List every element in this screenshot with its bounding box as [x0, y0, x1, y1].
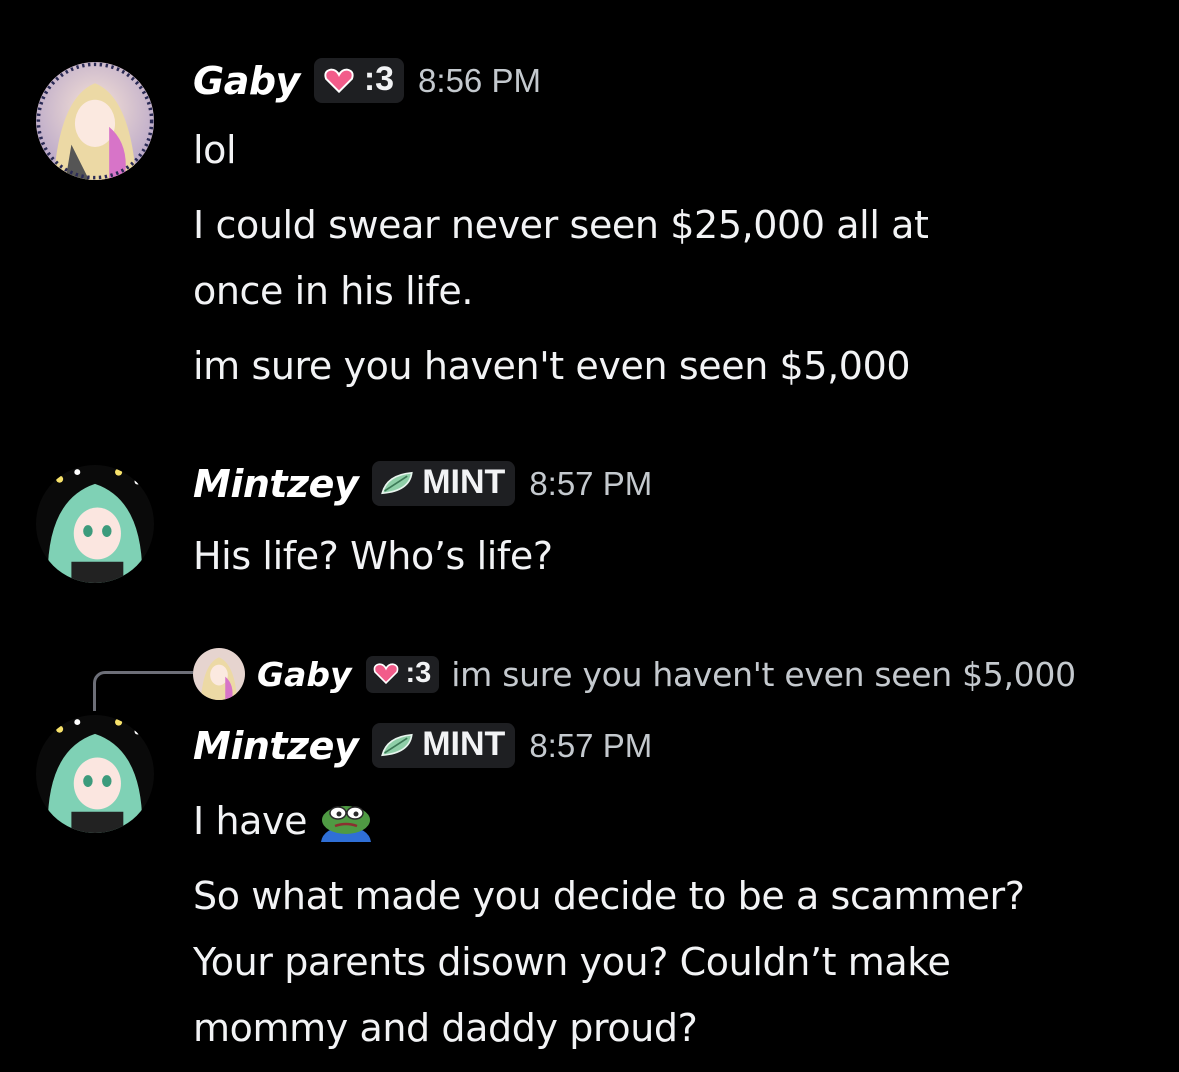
reply-reference[interactable]: Gaby :3 im sure you haven't even seen $5…	[193, 648, 1076, 700]
reply-connector	[93, 671, 193, 711]
heart-icon	[324, 68, 354, 93]
message-line: im sure you haven't even seen $5,000	[193, 344, 911, 388]
message-line: Your parents disown you? Couldn’t make	[193, 940, 951, 984]
message-line: mommy and daddy proud?	[193, 1006, 698, 1050]
reply-guild-tag: :3	[365, 655, 440, 693]
message-line: I could swear never seen $25,000 all at	[193, 203, 929, 247]
message-line: lol	[193, 128, 237, 172]
reply-username[interactable]: Gaby	[257, 655, 352, 694]
message-line: His life? Who’s life?	[193, 534, 553, 578]
avatar-gaby[interactable]	[36, 62, 154, 180]
tag-label: MINT	[422, 725, 506, 763]
timestamp: 8:57 PM	[529, 464, 653, 502]
reply-avatar	[193, 648, 245, 700]
guild-tag[interactable]: :3	[313, 58, 405, 103]
timestamp: 8:57 PM	[529, 726, 653, 764]
leaf-icon	[381, 733, 413, 756]
guild-tag[interactable]: MINT	[372, 723, 516, 768]
leaf-icon	[381, 471, 413, 494]
username[interactable]: Mintzey	[193, 724, 359, 768]
avatar-mintzey[interactable]	[36, 465, 154, 583]
username[interactable]: Mintzey	[193, 462, 359, 506]
message-line: once in his life.	[193, 269, 474, 313]
message-line: I have	[193, 788, 377, 854]
guild-tag[interactable]: MINT	[372, 461, 516, 506]
message-text: I have	[193, 799, 308, 843]
pepe-emoji[interactable]	[315, 798, 377, 842]
tag-label: :3	[363, 60, 395, 98]
reply-preview-text: im sure you haven't even seen $5,000	[451, 654, 1076, 694]
timestamp: 8:56 PM	[418, 61, 541, 99]
tag-label: :3	[405, 656, 432, 689]
heart-icon	[373, 663, 398, 684]
avatar-mintzey[interactable]	[36, 715, 154, 833]
username[interactable]: Gaby	[193, 59, 300, 103]
tag-label: MINT	[422, 463, 506, 501]
message-line: So what made you decide to be a scammer?	[193, 874, 1025, 918]
